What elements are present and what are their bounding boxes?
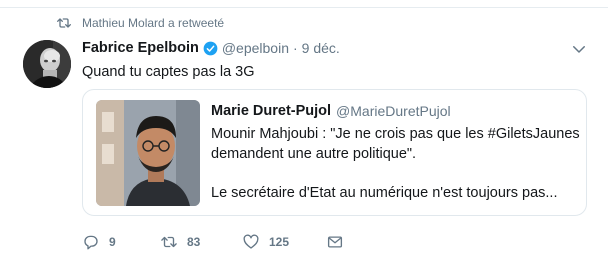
retweet-context-text[interactable]: Mathieu Molard a retweeté xyxy=(82,16,224,30)
like-count: 125 xyxy=(269,235,290,249)
quoted-tweet-header: Marie Duret-Pujol @MarieDuretPujol xyxy=(211,101,451,121)
portrait-photo xyxy=(96,100,200,206)
direct-message-button[interactable] xyxy=(326,232,344,252)
quoted-tweet-text: Mounir Mahjoubi : "Je ne crois pas que l… xyxy=(211,124,581,203)
reply-button[interactable]: 9 xyxy=(82,232,116,252)
tweet-text: Quand tu captes pas la 3G xyxy=(82,64,255,80)
retweet-context[interactable]: Mathieu Molard a retweeté xyxy=(57,14,224,32)
quoted-tweet-card[interactable]: Marie Duret-Pujol @MarieDuretPujol Mouni… xyxy=(82,89,587,216)
author-avatar[interactable] xyxy=(23,40,71,88)
like-button[interactable]: 125 xyxy=(242,232,289,252)
retweet-icon xyxy=(57,18,71,28)
quoted-author-handle[interactable]: @MarieDuretPujol xyxy=(336,103,451,119)
heart-icon xyxy=(243,234,259,249)
reply-count: 9 xyxy=(109,235,116,249)
quoted-text-line: Mounir Mahjoubi : "Je ne crois pas que l… xyxy=(211,126,580,142)
retweet-icon xyxy=(161,236,177,248)
retweet-button[interactable]: 83 xyxy=(160,232,200,252)
retweet-count: 83 xyxy=(187,235,201,249)
verified-badge-icon xyxy=(203,41,218,55)
separator-dot: · xyxy=(293,40,298,56)
author-name[interactable]: Fabrice Epelboin xyxy=(82,40,199,56)
quoted-text-line: demandent une autre politique". xyxy=(211,146,417,162)
tweet-timestamp[interactable]: 9 déc. xyxy=(302,40,340,56)
quoted-tweet-image[interactable] xyxy=(96,100,200,206)
top-divider xyxy=(0,0,608,8)
quoted-author-name[interactable]: Marie Duret-Pujol xyxy=(211,103,331,119)
avatar-photo xyxy=(23,40,71,88)
quoted-text-line: Le secrétaire d'Etat au numérique n'est … xyxy=(211,185,558,201)
chevron-down-icon[interactable] xyxy=(570,40,588,58)
envelope-icon xyxy=(327,236,343,248)
author-handle[interactable]: @epelboin xyxy=(222,40,289,56)
tweet-actions: 9 83 125 xyxy=(82,232,522,252)
tweet-header: Fabrice Epelboin @epelboin · 9 déc. xyxy=(82,38,340,58)
reply-icon xyxy=(84,235,98,250)
